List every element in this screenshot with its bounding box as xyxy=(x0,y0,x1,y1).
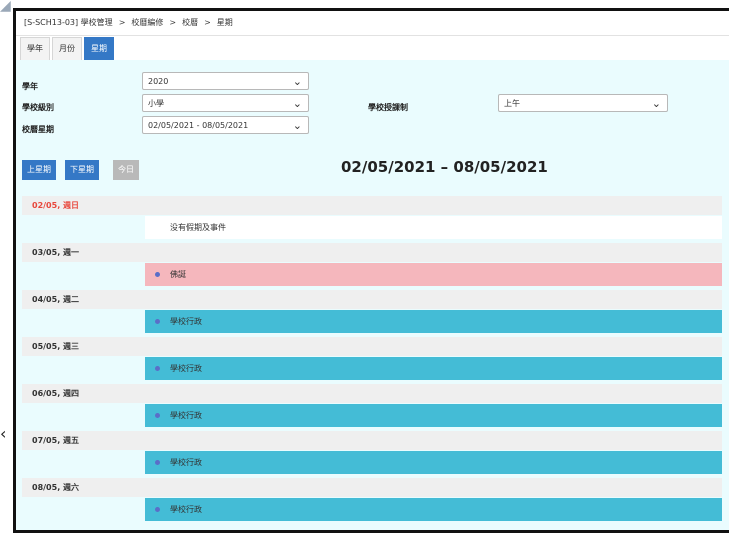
next-week-button[interactable]: 下星期 xyxy=(65,160,99,180)
day-header: 02/05, 週日 xyxy=(22,196,722,215)
tab-year[interactable]: 學年 xyxy=(20,37,50,60)
year-label: 學年 xyxy=(22,82,38,91)
view-tabs: 學年 月份 星期 xyxy=(16,36,729,61)
breadcrumb-item[interactable]: 校曆編修 xyxy=(131,18,163,27)
day-event-admin[interactable]: 學校行政 xyxy=(145,310,722,333)
week-range-title: 02/05/2021 – 08/05/2021 xyxy=(341,158,548,176)
breadcrumb-chevron-icon: > xyxy=(118,18,126,27)
day-header: 03/05, 週一 xyxy=(22,243,722,262)
chevron-down-icon: ⌄ xyxy=(651,97,661,110)
day-event-holiday[interactable]: 佛誕 xyxy=(145,263,722,286)
day-header: 04/05, 週二 xyxy=(22,290,722,309)
day-event-admin[interactable]: 學校行政 xyxy=(145,357,722,380)
school-level-label: 學校級別 xyxy=(22,103,54,112)
day-header: 08/05, 週六 xyxy=(22,478,722,497)
school-session-label: 學校授課制 xyxy=(368,103,408,112)
school-level-select[interactable]: 小學 ⌄ xyxy=(142,94,309,112)
chevron-down-icon: ⌄ xyxy=(292,119,302,132)
breadcrumb-item-current: 星期 xyxy=(216,18,233,27)
event-label: 學校行政 xyxy=(170,505,202,514)
event-label: 佛誕 xyxy=(170,270,186,279)
app-window: [S-SCH13-03] 學校管理 > 校曆編修 > 校曆 > 星期 學年 月份 星期 學年… xyxy=(13,8,729,533)
event-label: 學校行政 xyxy=(170,411,202,420)
breadcrumb-chevron-icon: > xyxy=(169,18,177,27)
breadcrumb-item[interactable]: 校曆 xyxy=(182,18,198,27)
breadcrumb: [S-SCH13-03] 學校管理 > 校曆編修 > 校曆 > 星期 xyxy=(16,11,729,36)
event-label: 學校行政 xyxy=(170,317,202,326)
school-week-select[interactable]: 02/05/2021 - 08/05/2021 ⌄ xyxy=(142,116,309,134)
day-header: 06/05, 週四 xyxy=(22,384,722,403)
school-week-label: 校曆星期 xyxy=(22,125,54,134)
day-event-admin[interactable]: 學校行政 xyxy=(145,498,722,521)
school-level-value: 小學 xyxy=(148,99,164,108)
tab-month[interactable]: 月份 xyxy=(52,37,82,60)
year-select[interactable]: 2020 ⌄ xyxy=(142,72,309,90)
bullet-dot-icon xyxy=(155,460,160,465)
today-button[interactable]: 今日 xyxy=(113,160,139,180)
event-label: 學校行政 xyxy=(170,458,202,467)
day-event-admin[interactable]: 學校行政 xyxy=(145,404,722,427)
day-event-admin[interactable]: 學校行政 xyxy=(145,451,722,474)
prev-week-button[interactable]: 上星期 xyxy=(22,160,56,180)
bullet-dot-icon xyxy=(155,507,160,512)
breadcrumb-item[interactable]: [S-SCH13-03] 學校管理 xyxy=(24,18,113,27)
school-week-value: 02/05/2021 - 08/05/2021 xyxy=(148,121,249,130)
day-header: 07/05, 週五 xyxy=(22,431,722,450)
bullet-dot-icon xyxy=(155,319,160,324)
event-label: 學校行政 xyxy=(170,364,202,373)
chevron-down-icon: ⌄ xyxy=(292,97,302,110)
school-session-value: 上午 xyxy=(504,99,520,108)
school-session-select[interactable]: 上午 ⌄ xyxy=(498,94,668,112)
tab-week[interactable]: 星期 xyxy=(84,37,114,60)
day-event-empty: 没有假期及事件 xyxy=(145,216,722,239)
bullet-dot-icon xyxy=(155,272,160,277)
bullet-dot-icon xyxy=(155,413,160,418)
day-header: 05/05, 週三 xyxy=(22,337,722,356)
year-select-value: 2020 xyxy=(148,77,169,86)
chevron-down-icon: ⌄ xyxy=(292,75,302,88)
side-bracket-icon: ‹ xyxy=(0,424,7,443)
breadcrumb-chevron-icon: > xyxy=(204,18,211,27)
bullet-dot-icon xyxy=(155,366,160,371)
main-panel: 學年 2020 ⌄ 學校級別 小學 ⌄ 學校授課制 上午 ⌄ 校曆星期 02/0… xyxy=(16,60,729,530)
